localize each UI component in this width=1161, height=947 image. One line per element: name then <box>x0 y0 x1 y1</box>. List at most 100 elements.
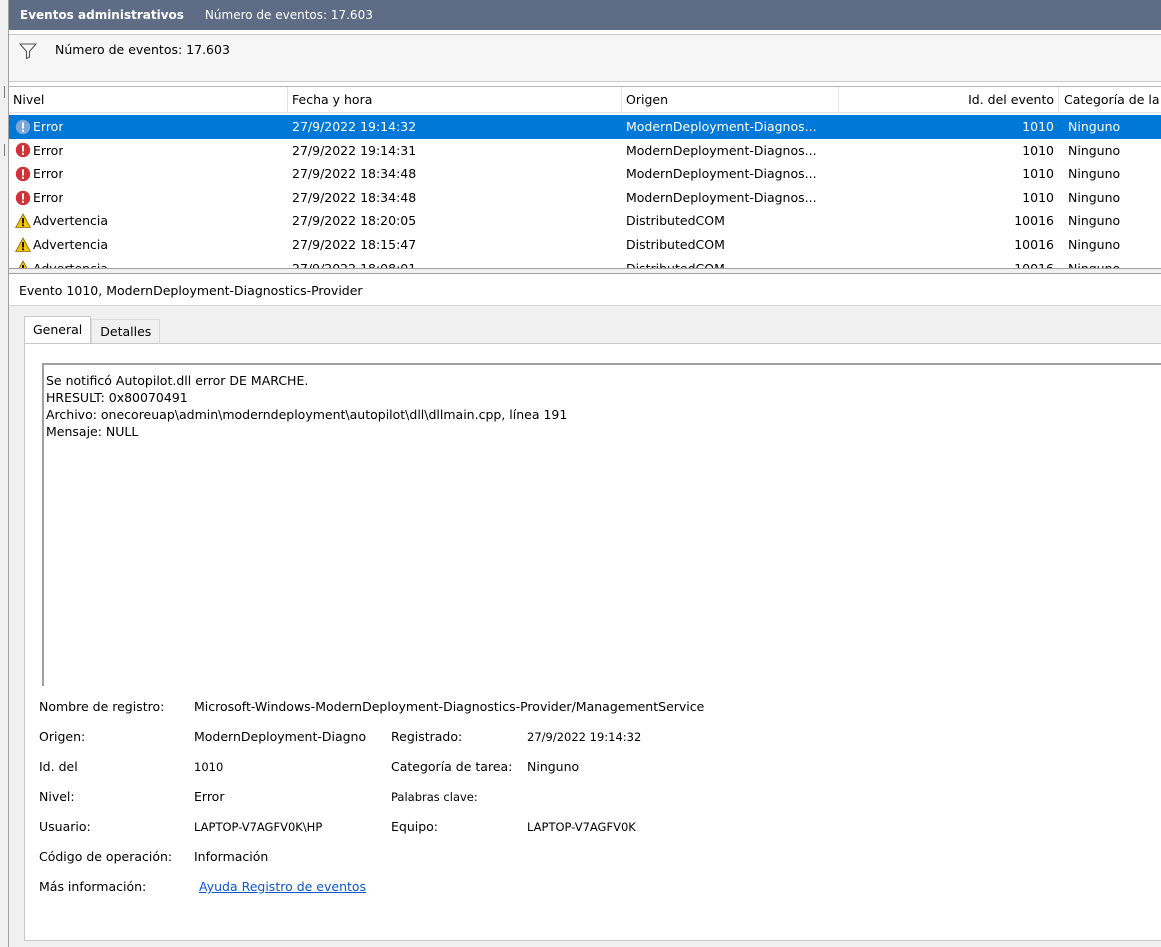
cell-date: 27/9/2022 18:15:47 <box>292 237 417 252</box>
table-row[interactable]: Advertencia 27/9/2022 18:15:47 Distributed… <box>9 233 1161 257</box>
cell-date: 27/9/2022 18:34:48 <box>292 189 417 205</box>
level-text: Error <box>33 119 64 134</box>
message-line: Mensaje: NULL <box>46 424 139 439</box>
table-row[interactable]: Error 27/9/2022 19:14:32 ModernDeployment-… <box>9 115 1161 139</box>
error-icon <box>15 119 31 135</box>
logged-value: 27/9/2022 19:14:32 <box>527 730 642 744</box>
events-table: Nivel Fecha y hora Origen Id. del evento… <box>9 86 1161 268</box>
opcode-label: Código de operación: <box>39 849 173 864</box>
pane-splitter[interactable] <box>9 268 1161 274</box>
event-id-value: 1010 <box>194 760 224 774</box>
more-info-label: Más información: <box>39 879 147 894</box>
cell-source: ModernDeployment-Diagnos... <box>626 166 817 182</box>
event-detail-title: Evento 1010, ModernDeployment-Diagnostic… <box>9 276 1161 306</box>
computer-label: Equipo: <box>391 819 439 834</box>
task-category-label: Categoría de tarea: <box>391 759 513 774</box>
cell-event-id: 1010 <box>1022 119 1054 134</box>
keywords-label: Palabras clave: <box>391 790 478 804</box>
table-row[interactable]: Error 27/9/2022 19:14:31 ModernDeployment-… <box>9 139 1161 163</box>
cell-category: Ninguno <box>1068 142 1121 158</box>
pane-marker <box>0 144 5 156</box>
log-name-value: Microsoft-Windows-ModernDeployment-Diagn… <box>194 699 705 714</box>
level-text: Advertencia <box>33 237 109 252</box>
level-text: Error <box>33 166 64 182</box>
cell-event-id: 1010 <box>1022 166 1054 182</box>
pane-marker <box>0 86 5 98</box>
level-text: Advertencia <box>33 213 109 229</box>
logged-label: Registrado: <box>391 729 463 744</box>
message-line: HRESULT: 0x80070491 <box>46 390 188 405</box>
event-id-label: Id. del <box>39 759 78 774</box>
left-pane-edge <box>0 0 9 947</box>
cell-level: Error <box>15 186 63 210</box>
cell-level: Advertencia <box>15 209 108 233</box>
cell-date: 27/9/2022 19:14:31 <box>292 142 417 158</box>
general-tab-panel: Se notificó Autopilot.dll error DE MARCH… <box>24 343 1161 941</box>
source-value: ModernDeployment-Diagno <box>194 729 367 744</box>
cell-category: Ninguno <box>1068 166 1121 182</box>
task-category-value: Ninguno <box>527 759 580 774</box>
log-name-label: Nombre de registro: <box>39 699 165 714</box>
cell-category: Ninguno <box>1068 119 1121 134</box>
message-line: Se notificó Autopilot.dll error DE MARCH… <box>46 373 309 388</box>
event-log-help-link[interactable]: Ayuda Registro de eventos <box>199 879 366 894</box>
cell-source: DistributedCOM <box>626 237 725 252</box>
filter-event-count: Número de eventos: 17.603 <box>55 42 230 57</box>
cell-event-id: 10016 <box>1014 213 1054 229</box>
view-header: Eventos administrativos Número de evento… <box>9 0 1161 30</box>
event-detail-pane: General Detalles Se notificó Autopilot.d… <box>9 306 1161 947</box>
view-title: Eventos administrativos <box>20 8 184 22</box>
error-icon <box>15 190 31 206</box>
level-text: Error <box>33 142 64 158</box>
cell-date: 27/9/2022 18:34:48 <box>292 166 417 182</box>
cell-level: Advertencia <box>15 233 108 257</box>
cell-event-id: 1010 <box>1022 189 1054 205</box>
cell-level: Error <box>15 139 63 163</box>
filter-bar: Número de eventos: 17.603 <box>9 34 1161 82</box>
cell-level: Advertencia <box>15 257 108 268</box>
computer-value: LAPTOP-V7AGFV0K <box>527 820 636 834</box>
message-line: Archivo: onecoreuap\admin\moderndeployme… <box>46 407 568 422</box>
detail-tabs: General Detalles <box>24 316 161 345</box>
cell-category: Ninguno <box>1068 237 1121 252</box>
warning-icon <box>15 260 31 268</box>
table-row[interactable]: Advertencia 27/9/2022 18:08:01 Distributed… <box>9 257 1161 268</box>
cell-event-id: 10016 <box>1014 237 1054 252</box>
tab-details[interactable]: Detalles <box>91 319 161 344</box>
cell-date: 27/9/2022 19:14:32 <box>292 119 417 134</box>
table-row[interactable]: Error 27/9/2022 18:34:48 ModernDeployment-… <box>9 162 1161 186</box>
column-header-date[interactable]: Fecha y hora <box>288 87 622 113</box>
table-row[interactable]: Error 27/9/2022 18:34:48 ModernDeployment-… <box>9 186 1161 210</box>
warning-icon <box>15 236 31 253</box>
opcode-value: Información <box>194 849 269 864</box>
cell-date: 27/9/2022 18:20:05 <box>292 213 417 229</box>
cell-category: Ninguno <box>1068 189 1121 205</box>
column-header-category[interactable]: Categoría de la <box>1060 87 1161 113</box>
level-value: Error <box>194 789 225 804</box>
user-label: Usuario: <box>39 819 91 834</box>
cell-event-id: 10016 <box>929 257 1054 268</box>
user-value: LAPTOP-V7AGFV0K\HP <box>194 820 323 834</box>
warning-icon <box>15 213 31 229</box>
level-text: Error <box>33 189 64 205</box>
column-header-source[interactable]: Origen <box>622 87 839 113</box>
cell-source: DistributedCOM <box>626 257 841 268</box>
column-header-level[interactable]: Nivel <box>9 87 288 113</box>
cell-level: Error <box>15 162 63 186</box>
cell-category: Ninguno <box>1068 257 1120 268</box>
level-label: Nivel: <box>39 789 75 804</box>
view-event-count: Número de eventos: 17.603 <box>204 8 373 22</box>
column-header-event-id[interactable]: Id. del evento <box>839 87 1059 113</box>
error-icon <box>15 142 31 158</box>
cell-source: ModernDeployment-Diagnos... <box>626 189 817 205</box>
cell-date: 27/9/2022 18:08:01 <box>292 257 416 268</box>
error-icon <box>15 166 31 182</box>
cell-category: Ninguno <box>1068 213 1121 229</box>
event-message-box[interactable]: Se notificó Autopilot.dll error DE MARCH… <box>42 363 1161 686</box>
table-row[interactable]: Advertencia 27/9/2022 18:20:05 Distributed… <box>9 209 1161 233</box>
cell-event-id: 1010 <box>1022 142 1054 158</box>
cell-source: ModernDeployment-Diagnos... <box>626 119 817 134</box>
cell-source: DistributedCOM <box>626 213 725 229</box>
filter-icon[interactable] <box>19 43 37 59</box>
tab-general[interactable]: General <box>24 316 92 345</box>
